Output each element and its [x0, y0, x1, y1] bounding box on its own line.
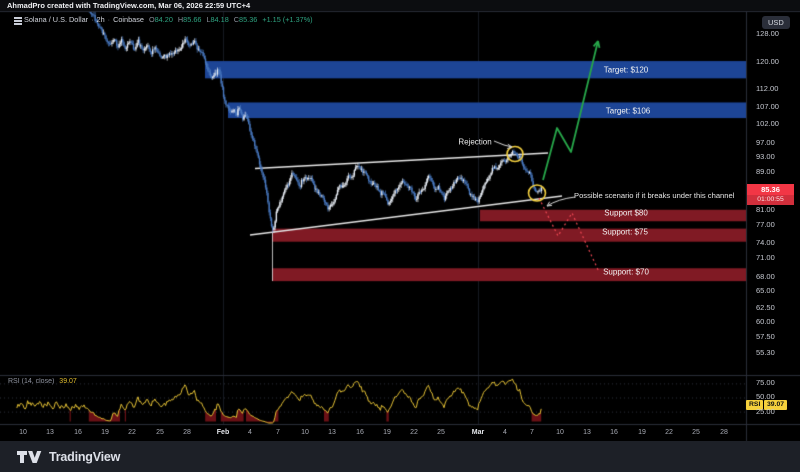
scenario-annotation: Possible scenario if it breaks under thi…: [574, 191, 734, 200]
time-tick: 28: [183, 429, 191, 436]
footer-bar: TradingView: [0, 441, 800, 472]
time-tick: Feb: [217, 429, 229, 436]
price-tick: 62.50: [756, 303, 775, 312]
level-label-3: Support: $75: [602, 228, 648, 237]
price-tick: 50.00: [756, 392, 775, 401]
open-value: 84.20: [155, 15, 173, 24]
price-tick: 71.00: [756, 253, 775, 262]
time-tick: Mar: [472, 429, 484, 436]
bar-countdown: 01:00:55: [747, 195, 794, 205]
time-tick: 22: [410, 429, 418, 436]
level-label-1: Target: $106: [606, 107, 650, 116]
time-tick: 25: [692, 429, 700, 436]
tradingview-chart-window: AhmadPro created with TradingView.com, M…: [0, 0, 800, 472]
price-tick: 68.00: [756, 272, 775, 281]
time-tick: 7: [276, 429, 280, 436]
tradingview-brand-text[interactable]: TradingView: [49, 450, 120, 464]
time-tick: 19: [101, 429, 109, 436]
time-tick: 10: [19, 429, 27, 436]
price-tick: 89.00: [756, 167, 775, 176]
close-value: 85.36: [239, 15, 257, 24]
time-tick: 7: [530, 429, 534, 436]
symbol-name[interactable]: Solana / U.S. Dollar: [24, 15, 88, 24]
change-value: +1.15 (+1.37%): [262, 15, 312, 24]
price-tick: 107.00: [756, 102, 779, 111]
time-tick: 25: [437, 429, 445, 436]
time-tick: 28: [720, 429, 728, 436]
level-label-0: Target: $120: [604, 66, 648, 75]
time-tick: 4: [248, 429, 252, 436]
legend-separator: ·: [91, 15, 93, 24]
solana-logo-icon: [14, 17, 22, 25]
time-tick: 16: [74, 429, 82, 436]
time-tick: 25: [156, 429, 164, 436]
price-tick: 128.00: [756, 29, 779, 38]
time-tick: 4: [503, 429, 507, 436]
time-tick: 22: [665, 429, 673, 436]
price-tick: 60.00: [756, 317, 775, 326]
time-tick: 13: [583, 429, 591, 436]
time-tick: 22: [128, 429, 136, 436]
chart-canvas[interactable]: [0, 0, 800, 472]
rsi-title: RSI (14, close): [8, 378, 54, 385]
price-tick: 77.00: [756, 220, 775, 229]
interval-label[interactable]: 2h: [97, 15, 105, 24]
price-axis[interactable]: USD 85.36 01:00:55 RSI 39.07 128.00120.0…: [746, 0, 800, 441]
time-tick: 16: [610, 429, 618, 436]
price-tick: 74.00: [756, 238, 775, 247]
level-label-2: Support $80: [604, 209, 648, 218]
time-tick: 13: [328, 429, 336, 436]
high-value: 85.66: [183, 15, 201, 24]
price-tick: 25.00: [756, 407, 775, 416]
price-tick: 97.00: [756, 138, 775, 147]
time-tick: 19: [638, 429, 646, 436]
last-price-value: 85.36: [747, 184, 794, 195]
time-axis[interactable]: 10 13 16 19 22 25 28 Feb 4 7 10 13 16 19 22 25 Mar 4 7 10 13…: [0, 425, 746, 441]
exchange-label: Coinbase: [113, 15, 144, 24]
price-tick: 57.50: [756, 332, 775, 341]
price-tick: 112.00: [756, 84, 778, 93]
price-tick: 120.00: [756, 57, 779, 66]
price-tick: 93.00: [756, 152, 775, 161]
rejection-annotation: Rejection: [458, 138, 491, 147]
price-tick: 55.30: [756, 348, 775, 357]
time-tick: 10: [556, 429, 564, 436]
attribution-text: AhmadPro created with TradingView.com, M…: [7, 1, 250, 10]
time-tick: 19: [383, 429, 391, 436]
last-price-badge: 85.36 01:00:55: [747, 184, 794, 205]
rsi-value: 39.07: [59, 378, 77, 385]
usd-button[interactable]: USD: [762, 16, 790, 29]
price-tick: 102.00: [756, 119, 779, 128]
time-tick: 10: [301, 429, 309, 436]
attribution-bar: AhmadPro created with TradingView.com, M…: [0, 0, 800, 11]
time-tick: 13: [46, 429, 54, 436]
rsi-indicator-legend[interactable]: RSI (14, close) 39.07: [8, 378, 77, 385]
symbol-legend: Solana / U.S. Dollar·2h·CoinbaseO84.20H8…: [24, 15, 313, 24]
low-value: 84.18: [211, 15, 229, 24]
price-tick: 81.00: [756, 205, 775, 214]
price-tick: 65.00: [756, 286, 775, 295]
time-tick: 16: [356, 429, 364, 436]
tradingview-logo-icon[interactable]: [16, 449, 42, 464]
legend-separator: ·: [108, 15, 110, 24]
price-tick: 75.00: [756, 378, 775, 387]
level-label-4: Support: $70: [603, 268, 649, 277]
